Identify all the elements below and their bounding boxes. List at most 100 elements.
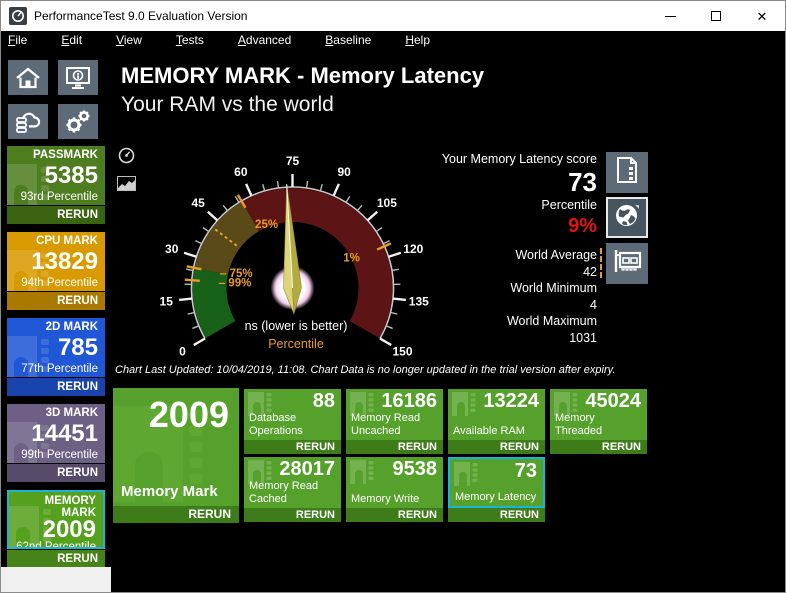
hardware-button[interactable] bbox=[606, 243, 648, 284]
svg-text:45: 45 bbox=[191, 196, 205, 210]
world-stats: World Average42World Minimum4World Maxim… bbox=[421, 247, 597, 346]
home-icon bbox=[15, 66, 41, 90]
card-label: 2D MARK bbox=[7, 321, 98, 333]
report-button[interactable] bbox=[606, 152, 648, 193]
memory-mark-value: 2009 bbox=[149, 394, 229, 436]
card-label: PASSMARK bbox=[7, 149, 98, 161]
svg-text:25%: 25% bbox=[255, 219, 278, 231]
memory-threaded-rerun-button[interactable]: RERUN bbox=[550, 440, 647, 454]
3d-mark-rerun-button[interactable]: RERUN bbox=[7, 464, 105, 482]
web-button[interactable] bbox=[606, 197, 648, 238]
home-button[interactable] bbox=[8, 60, 48, 95]
cell-value: 16186 bbox=[381, 390, 437, 413]
close-icon: ✕ bbox=[757, 10, 768, 23]
menu-view[interactable]: View bbox=[116, 31, 142, 49]
sidebar-card-2d-mark[interactable]: 2D MARK 785 77th Percentile RERUN bbox=[7, 318, 105, 396]
memory-latency-rerun-button[interactable]: RERUN bbox=[448, 508, 545, 522]
cell-label: Database Operations bbox=[249, 412, 337, 438]
cell-value: 13224 bbox=[483, 390, 539, 413]
svg-text:60: 60 bbox=[234, 165, 248, 179]
database-operations-rerun-button[interactable]: RERUN bbox=[244, 440, 341, 454]
svg-text:15: 15 bbox=[160, 294, 174, 308]
memory-mark-rerun-button[interactable]: RERUN bbox=[113, 506, 239, 523]
minimize-button[interactable] bbox=[647, 1, 693, 31]
cell-value: 28017 bbox=[279, 458, 335, 481]
minimize-icon bbox=[665, 16, 676, 17]
sidebar-card-memory-mark[interactable]: MEMORY MARK200962nd PercentileRERUN bbox=[7, 490, 105, 568]
menu-tests[interactable]: Tests bbox=[176, 31, 204, 49]
percentile-label: Percentile bbox=[421, 197, 597, 213]
cpu-mark-rerun-button[interactable]: RERUN bbox=[7, 292, 105, 310]
result-cell-memory-read-uncached[interactable]: 16186Memory Read Uncached RERUN bbox=[346, 389, 443, 454]
score-panel: Your Memory Latency score 73 Percentile … bbox=[421, 151, 597, 346]
sidebar-footer bbox=[1, 567, 111, 593]
world-stat-value: 1031 bbox=[421, 330, 597, 347]
memory-mark-label: Memory Mark bbox=[121, 483, 218, 500]
memory-read-cached-rerun-button[interactable]: RERUN bbox=[244, 508, 341, 522]
svg-text:105: 105 bbox=[377, 196, 397, 210]
result-cell-memory-latency[interactable]: 73Memory LatencyRERUN bbox=[448, 457, 545, 522]
memory-mark-card[interactable]: 2009 Memory Mark RERUN bbox=[113, 388, 239, 523]
page-subtitle: Your RAM vs the world bbox=[121, 93, 334, 117]
percentile-value: 9% bbox=[421, 213, 597, 239]
card-percentile: 99th Percentile bbox=[7, 449, 98, 461]
cell-value: 9538 bbox=[393, 458, 438, 481]
world-average-marker-line bbox=[600, 248, 602, 278]
page-title: MEMORY MARK - Memory Latency bbox=[121, 63, 484, 89]
result-cell-memory-threaded[interactable]: 45024Memory Threaded RERUN bbox=[550, 389, 647, 454]
cell-label: Memory Write bbox=[351, 493, 419, 506]
card-value: 13829 bbox=[7, 251, 98, 273]
cell-label: Memory Read Uncached bbox=[351, 412, 439, 438]
menu-help[interactable]: Help bbox=[405, 31, 430, 49]
sidebar-card-3d-mark[interactable]: 3D MARK1445199th PercentileRERUN bbox=[7, 404, 105, 482]
cell-value: 45024 bbox=[585, 390, 641, 413]
result-cell-available-ram[interactable]: 13224 Available RAM RERUN bbox=[448, 389, 545, 454]
cloud-database-button[interactable] bbox=[8, 104, 48, 139]
memory-mark-rerun-button[interactable]: RERUN bbox=[7, 550, 105, 568]
report-icon bbox=[614, 156, 640, 189]
maximize-icon bbox=[711, 11, 721, 21]
maximize-button[interactable] bbox=[693, 1, 739, 31]
card-value: 14451 bbox=[7, 423, 98, 445]
2d-mark-rerun-button[interactable]: RERUN bbox=[7, 378, 105, 396]
card-percentile: 77th Percentile bbox=[7, 363, 98, 375]
sidebar-card-cpu-mark[interactable]: CPU MARK1382994th PercentileRERUN bbox=[7, 232, 105, 310]
world-stat-label: World Maximum bbox=[421, 313, 597, 330]
passmark-rerun-button[interactable]: RERUN bbox=[7, 206, 105, 224]
card-percentile: 62nd Percentile bbox=[9, 541, 96, 549]
app-logo-icon bbox=[9, 7, 27, 25]
cell-label: Memory Threaded bbox=[555, 412, 643, 438]
card-percentile: 94th Percentile bbox=[7, 277, 98, 289]
memory-write-rerun-button[interactable]: RERUN bbox=[346, 508, 443, 522]
sidebar-card-passmark[interactable]: PASSMARK538593rd PercentileRERUN bbox=[7, 146, 105, 224]
memory-read-uncached-rerun-button[interactable]: RERUN bbox=[346, 440, 443, 454]
available-ram-rerun-button[interactable]: RERUN bbox=[448, 440, 545, 454]
settings-icon bbox=[64, 109, 92, 135]
system-info-button[interactable] bbox=[58, 60, 98, 95]
result-cell-memory-write[interactable]: 9538 Memory Write RERUN bbox=[346, 457, 443, 522]
card-percentile: 93rd Percentile bbox=[7, 191, 98, 203]
cell-label: Memory Latency bbox=[455, 491, 536, 504]
result-cell-database-operations[interactable]: 88Database OperationsRERUN bbox=[244, 389, 341, 454]
menu-edit[interactable]: Edit bbox=[61, 31, 82, 49]
cell-label: Memory Read Cached bbox=[249, 480, 337, 506]
menu-file[interactable]: File bbox=[8, 31, 27, 49]
menu-advanced[interactable]: Advanced bbox=[238, 31, 291, 49]
menu-baseline[interactable]: Baseline bbox=[325, 31, 371, 49]
world-stat-value: 4 bbox=[421, 297, 597, 314]
window-title: PerformanceTest 9.0 Evaluation Version bbox=[34, 9, 247, 23]
system-info-icon bbox=[65, 66, 91, 90]
hardware-icon bbox=[612, 248, 642, 279]
memory-chip-icon bbox=[453, 462, 479, 491]
card-value: 785 bbox=[7, 337, 98, 359]
result-cell-memory-read-cached[interactable]: 28017Memory Read Cached RERUN bbox=[244, 457, 341, 522]
web-icon bbox=[613, 201, 641, 234]
close-button[interactable]: ✕ bbox=[739, 1, 785, 31]
memory-chip-icon bbox=[349, 460, 375, 489]
settings-button[interactable] bbox=[58, 104, 98, 139]
world-stat-label: World Average bbox=[421, 247, 597, 264]
app-window: PerformanceTest 9.0 Evaluation Version ✕… bbox=[0, 0, 786, 593]
cell-label: Available RAM bbox=[453, 425, 525, 438]
card-value: 2009 bbox=[9, 519, 96, 541]
chart-updated-status: Chart Last Updated: 10/04/2019, 11:08. C… bbox=[115, 364, 615, 376]
